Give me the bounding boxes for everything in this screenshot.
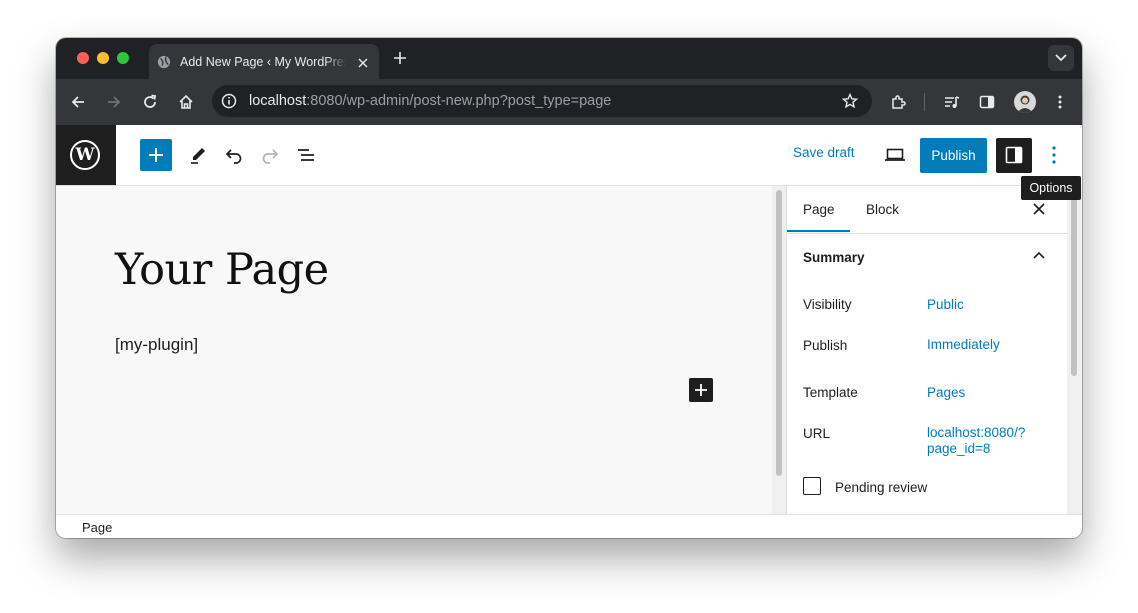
zoom-window-button[interactable] <box>117 52 129 64</box>
editor-header: W Save draft Publish <box>56 125 1082 186</box>
browser-window: Add New Page ‹ My WordPress localhost:80… <box>56 38 1082 538</box>
back-icon[interactable] <box>70 94 86 110</box>
redo-icon[interactable] <box>260 145 280 165</box>
new-tab-icon[interactable] <box>393 51 407 65</box>
globe-icon <box>157 55 171 69</box>
url-host: localhost <box>249 93 307 109</box>
media-controls-icon[interactable] <box>944 94 960 110</box>
template-label: Template <box>803 385 858 400</box>
url-text: localhost:8080/wp-admin/post-new.php?pos… <box>249 93 611 109</box>
scrollbar-thumb[interactable] <box>1071 190 1077 376</box>
active-tab-indicator <box>787 230 850 232</box>
visibility-value[interactable]: Public <box>927 297 964 313</box>
wordpress-logo-icon: W <box>70 140 100 170</box>
url-path: :8080/wp-admin/post-new.php?post_type=pa… <box>306 93 612 109</box>
options-tooltip: Options <box>1021 176 1081 200</box>
bookmark-star-icon[interactable] <box>842 93 858 109</box>
visibility-label: Visibility <box>803 297 852 312</box>
publish-date-value[interactable]: Immediately <box>927 337 1000 353</box>
url-label: URL <box>803 426 831 441</box>
settings-sidebar-toggle[interactable] <box>996 138 1032 173</box>
kebab-menu-icon[interactable] <box>1052 94 1068 110</box>
undo-icon[interactable] <box>224 145 244 165</box>
url-value[interactable]: localhost:8080/? page_id=8 <box>927 425 1025 457</box>
page-title-block[interactable]: Your Page <box>115 245 329 295</box>
minimize-window-button[interactable] <box>97 52 109 64</box>
url-value-line2: page_id=8 <box>927 441 991 456</box>
plus-icon <box>149 148 163 162</box>
extensions-icon[interactable] <box>890 94 906 110</box>
pending-review-checkbox[interactable] <box>803 477 821 495</box>
chevron-up-icon[interactable] <box>1032 250 1046 260</box>
tab-block[interactable]: Block <box>866 202 899 217</box>
save-draft-button[interactable]: Save draft <box>793 145 855 160</box>
side-panel-icon[interactable] <box>979 94 995 110</box>
forward-icon[interactable] <box>106 94 122 110</box>
editor-footer: Page <box>56 514 1082 538</box>
close-icon[interactable] <box>1032 202 1046 216</box>
scrollbar-thumb[interactable] <box>776 190 782 476</box>
tab-page[interactable]: Page <box>803 202 835 217</box>
summary-panel-title[interactable]: Summary <box>803 250 865 265</box>
block-breadcrumb[interactable]: Page <box>82 520 112 535</box>
close-tab-icon[interactable] <box>358 58 368 68</box>
add-block-button[interactable] <box>689 378 713 402</box>
sidebar-scrollbar[interactable] <box>1067 186 1082 514</box>
url-value-line1: localhost:8080/? <box>927 425 1026 440</box>
profile-avatar[interactable] <box>1014 91 1036 113</box>
tab-title: Add New Page ‹ My WordPress <box>180 55 345 69</box>
chevron-down-icon <box>1055 54 1067 62</box>
template-value[interactable]: Pages <box>927 385 965 401</box>
pending-review-label[interactable]: Pending review <box>835 480 927 495</box>
browser-toolbar: localhost:8080/wp-admin/post-new.php?pos… <box>56 79 1082 125</box>
tab-search-button[interactable] <box>1048 45 1074 71</box>
shortcode-paragraph-block[interactable]: [my-plugin] <box>115 335 198 355</box>
preview-device-icon[interactable] <box>884 145 906 165</box>
canvas-scrollbar[interactable] <box>772 186 787 514</box>
avatar-image <box>1017 95 1033 113</box>
publish-button[interactable]: Publish <box>920 138 987 173</box>
block-inserter-button[interactable] <box>140 139 172 171</box>
tab-strip: Add New Page ‹ My WordPress <box>56 38 1082 79</box>
address-bar[interactable]: localhost:8080/wp-admin/post-new.php?pos… <box>212 85 872 117</box>
publish-label: Publish <box>803 338 848 353</box>
pencil-tools-icon[interactable] <box>188 145 208 165</box>
home-icon[interactable] <box>178 94 194 110</box>
reload-icon[interactable] <box>142 94 158 110</box>
wordpress-logo-button[interactable]: W <box>56 125 116 185</box>
plus-icon <box>695 384 707 396</box>
options-kebab-icon[interactable] <box>1044 142 1064 168</box>
close-window-button[interactable] <box>77 52 89 64</box>
site-info-icon[interactable] <box>221 93 237 109</box>
editor-canvas[interactable]: Your Page [my-plugin] <box>56 186 772 514</box>
document-overview-icon[interactable] <box>296 145 316 165</box>
settings-sidebar: Page Block Summary Visibility Public Pub… <box>787 186 1067 514</box>
browser-tab[interactable]: Add New Page ‹ My WordPress <box>149 44 379 79</box>
sidebar-icon <box>1005 146 1023 164</box>
